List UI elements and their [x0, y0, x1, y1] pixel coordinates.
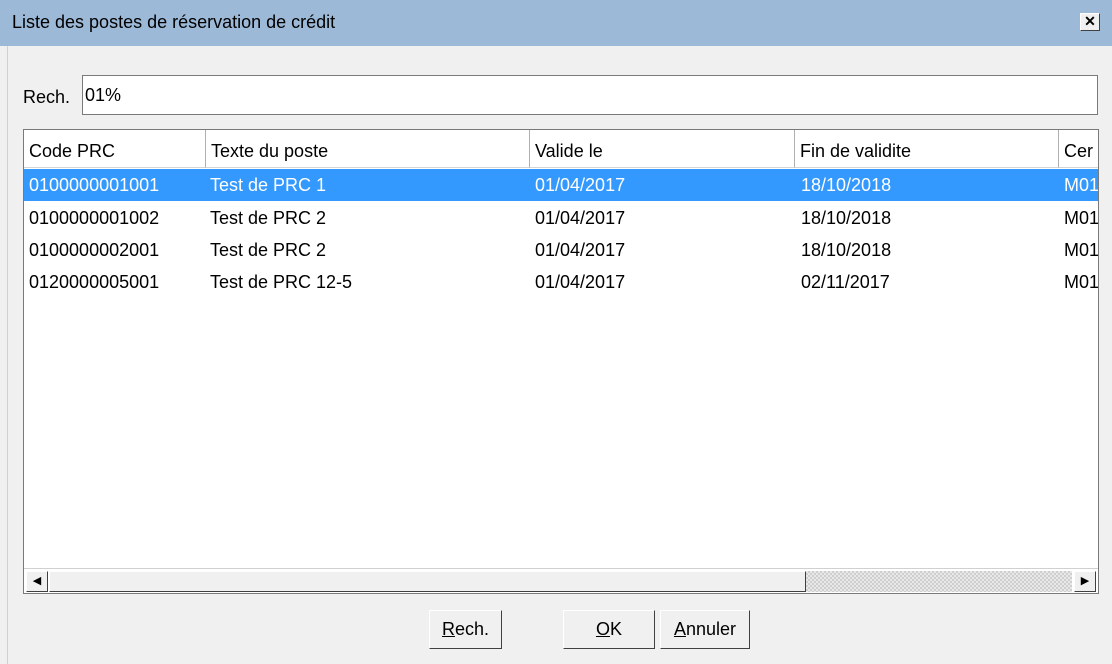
cell-texte: Test de PRC 1	[210, 175, 327, 195]
cell-valide: 01/04/2017	[535, 175, 626, 195]
column-header-code[interactable]: Code PRC	[24, 130, 206, 168]
scroll-right-icon[interactable]: ▶	[1074, 571, 1096, 592]
cancel-button[interactable]: Annuler	[660, 610, 750, 649]
ok-button-mnemonic: O	[595, 619, 610, 639]
table-row[interactable]: 0100000001002 Test de PRC 2 01/04/2017 1…	[24, 202, 1099, 234]
cell-texte: Test de PRC 2	[210, 208, 327, 228]
close-icon[interactable]: ✕	[1080, 13, 1100, 31]
cell-code: 0120000005001	[29, 272, 160, 292]
search-button-label: ech.	[454, 619, 490, 639]
cell-texte: Test de PRC 2	[210, 240, 327, 260]
ok-button-label: K	[610, 619, 623, 639]
cell-code: 0100000001001	[29, 175, 160, 195]
table-row[interactable]: 0100000001001 Test de PRC 1 01/04/2017 1…	[24, 169, 1099, 201]
window-border	[0, 46, 8, 664]
search-button-mnemonic: R	[441, 619, 455, 639]
window-title: Liste des postes de réservation de crédi…	[12, 12, 336, 32]
column-header-texte[interactable]: Texte du poste	[206, 130, 530, 168]
search-button[interactable]: Rech.	[429, 610, 502, 649]
cell-code: 0100000001002	[29, 208, 160, 228]
cancel-button-label: nnuler	[685, 619, 737, 639]
cancel-button-mnemonic: A	[673, 619, 686, 639]
column-header-cer[interactable]: Cer	[1059, 130, 1098, 168]
cell-texte: Test de PRC 12-5	[210, 272, 353, 292]
search-label: Rech.	[23, 87, 71, 107]
cell-fin: 18/10/2018	[801, 175, 892, 195]
table-row[interactable]: 0100000002001 Test de PRC 2 01/04/2017 1…	[24, 234, 1099, 266]
cell-cer: M01	[1064, 240, 1099, 260]
scroll-left-icon[interactable]: ◀	[26, 571, 48, 592]
cell-cer: M01	[1064, 272, 1099, 292]
horizontal-scrollbar[interactable]: ◀ ▶	[24, 568, 1098, 593]
cell-code: 0100000002001	[29, 240, 160, 260]
ok-button[interactable]: OK	[563, 610, 655, 649]
search-input[interactable]	[82, 75, 1098, 115]
scrollbar-track[interactable]	[806, 571, 1072, 592]
cell-fin: 18/10/2018	[801, 240, 892, 260]
results-list[interactable]: Code PRC Texte du poste Valide le Fin de…	[23, 129, 1099, 594]
table-header: Code PRC Texte du poste Valide le Fin de…	[24, 130, 1098, 168]
title-bar: Liste des postes de réservation de crédi…	[0, 0, 1112, 46]
cell-fin: 18/10/2018	[801, 208, 892, 228]
table-row[interactable]: 0120000005001 Test de PRC 12-5 01/04/201…	[24, 266, 1099, 298]
column-header-valide[interactable]: Valide le	[530, 130, 795, 168]
cell-cer: M01	[1064, 175, 1099, 195]
cell-valide: 01/04/2017	[535, 272, 626, 292]
cell-fin: 02/11/2017	[801, 272, 890, 292]
cell-valide: 01/04/2017	[535, 208, 626, 228]
cell-cer: M01	[1064, 208, 1099, 228]
cell-valide: 01/04/2017	[535, 240, 626, 260]
scrollbar-thumb[interactable]	[49, 571, 806, 592]
column-header-fin[interactable]: Fin de validite	[795, 130, 1059, 168]
